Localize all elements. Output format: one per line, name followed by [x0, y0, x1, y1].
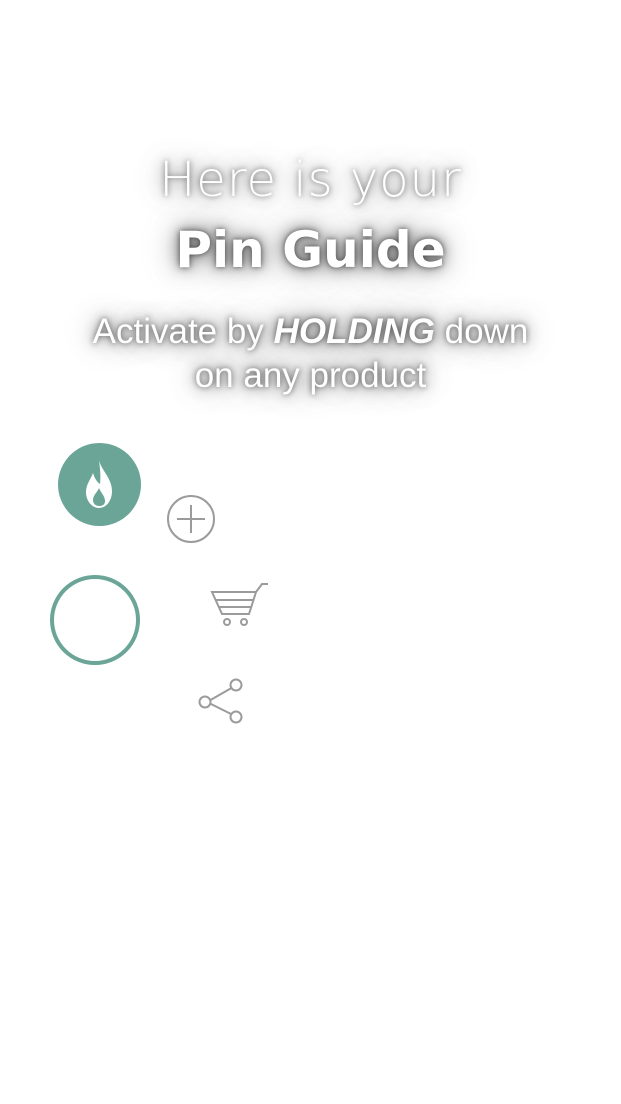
- share-icon[interactable]: [195, 676, 249, 730]
- instruction-emphasis: HOLDING: [273, 312, 435, 351]
- pin-target-ring[interactable]: [50, 575, 140, 665]
- guide-title-line1: Here is your: [159, 152, 462, 208]
- instruction-line2: on any product: [194, 356, 427, 395]
- guide-instruction: Activate by HOLDING down on any product: [0, 310, 621, 398]
- instruction-prefix: Activate by: [92, 312, 274, 351]
- hot-button[interactable]: [58, 443, 141, 526]
- cart-icon[interactable]: [206, 580, 272, 630]
- guide-title: Pin Guide: [175, 221, 446, 279]
- fire-icon: [86, 460, 112, 508]
- instruction-suffix: down: [434, 312, 529, 351]
- plus-icon[interactable]: [162, 490, 220, 548]
